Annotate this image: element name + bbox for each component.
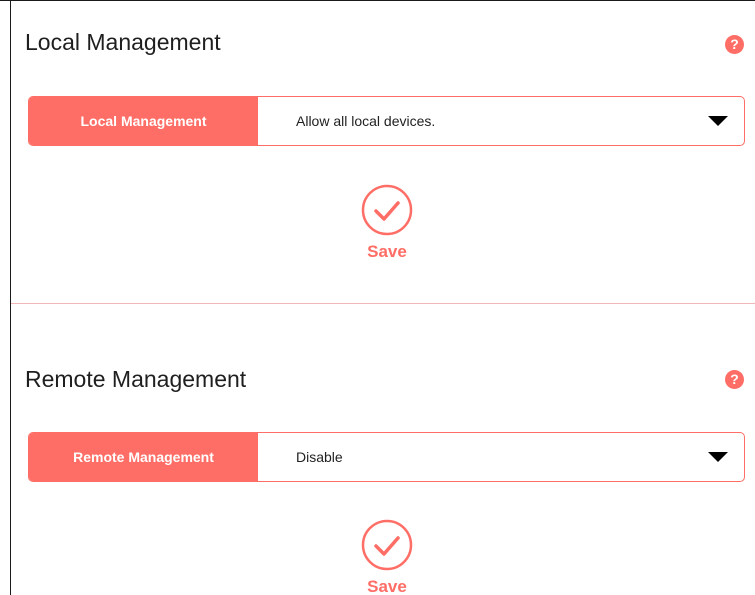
local-management-field: Local Management Allow all local devices… xyxy=(28,96,745,146)
remote-management-section: Remote Management ? Remote Management Di… xyxy=(11,304,755,595)
remote-management-title: Remote Management xyxy=(25,366,247,392)
local-management-select[interactable]: Allow all local devices. xyxy=(258,97,744,145)
management-settings-page: Local Management ? Local Management Allo… xyxy=(0,0,755,595)
local-save-label: Save xyxy=(367,242,407,261)
remote-save-button[interactable]: Save xyxy=(361,519,413,595)
local-management-section: Local Management ? Local Management Allo… xyxy=(11,1,755,303)
local-management-selected-value: Allow all local devices. xyxy=(296,113,436,129)
remote-management-selected-value: Disable xyxy=(296,449,343,465)
remote-management-label: Remote Management xyxy=(29,433,258,481)
local-management-label: Local Management xyxy=(29,97,258,145)
dropdown-arrow-icon[interactable] xyxy=(708,116,728,126)
remote-management-select[interactable]: Disable xyxy=(258,433,744,481)
help-icon[interactable]: ? xyxy=(725,35,744,54)
local-management-title: Local Management xyxy=(25,29,221,55)
dropdown-arrow-icon[interactable] xyxy=(708,452,728,462)
help-icon[interactable]: ? xyxy=(725,370,744,389)
remote-save-label: Save xyxy=(367,577,407,595)
local-save-button[interactable]: Save xyxy=(361,184,413,264)
remote-management-field: Remote Management Disable xyxy=(28,432,745,482)
checkmark-circle-icon xyxy=(361,184,413,236)
checkmark-circle-icon xyxy=(361,519,413,571)
